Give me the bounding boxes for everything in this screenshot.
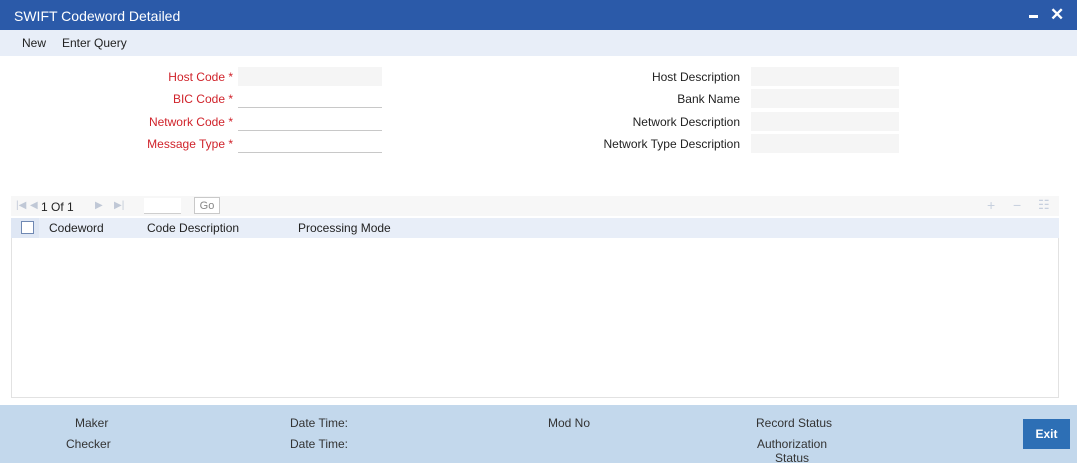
host-code-field[interactable] — [238, 67, 382, 86]
go-button[interactable]: Go — [194, 197, 220, 214]
network-type-description-label: Network Type Description — [603, 137, 741, 151]
column-header-processing-mode[interactable]: Processing Mode — [298, 221, 391, 235]
grid-body — [11, 238, 1059, 398]
bank-name-label: Bank Name — [677, 92, 740, 106]
network-code-label: Network Code * — [148, 115, 233, 129]
previous-page-icon[interactable]: ◀ — [30, 200, 38, 212]
add-row-icon[interactable]: + — [987, 197, 995, 213]
network-description-field — [751, 112, 899, 131]
window-title: SWIFT Codeword Detailed — [14, 8, 181, 24]
first-page-icon[interactable]: |◀ — [16, 200, 26, 212]
title-bar: SWIFT Codeword Detailed ✕ — [0, 0, 1077, 30]
maker-label: Maker — [75, 416, 109, 430]
message-type-label: Message Type * — [147, 137, 233, 151]
record-status-label: Record Status — [756, 416, 833, 430]
network-type-description-field — [751, 134, 899, 153]
list-view-icon[interactable]: ☷ — [1038, 197, 1050, 213]
host-description-label: Host Description — [651, 70, 740, 84]
bic-code-field[interactable] — [238, 89, 382, 108]
audit-footer: Maker Checker Date Time: Date Time: Mod … — [0, 405, 1077, 463]
checker-label: Checker — [66, 437, 111, 451]
select-all-checkbox[interactable] — [21, 221, 34, 234]
authorization-status-label: Authorization Status — [756, 437, 828, 463]
network-description-label: Network Description — [632, 115, 740, 129]
network-code-field[interactable] — [238, 112, 382, 131]
pager-text: 1 Of 1 — [41, 200, 74, 214]
column-header-codeword[interactable]: Codeword — [49, 221, 104, 235]
exit-button[interactable]: Exit — [1023, 419, 1070, 449]
delete-row-icon[interactable]: − — [1013, 197, 1021, 213]
column-header-code-description[interactable]: Code Description — [147, 221, 239, 235]
checker-date-time-label: Date Time: — [290, 437, 349, 451]
host-code-label: Host Code * — [168, 70, 233, 84]
grid-pager-bar: |◀ ◀ 1 Of 1 ▶ ▶| Go + − ☷ — [11, 196, 1059, 216]
host-description-field — [751, 67, 899, 86]
maker-date-time-label: Date Time: — [290, 416, 349, 430]
mod-no-label: Mod No — [548, 416, 591, 430]
new-button[interactable]: New — [22, 36, 46, 50]
page-number-input[interactable] — [144, 198, 181, 214]
grid-header: Codeword Code Description Processing Mod… — [11, 218, 1059, 238]
close-icon[interactable]: ✕ — [1050, 5, 1064, 25]
next-page-icon[interactable]: ▶ — [95, 200, 103, 212]
minimize-icon[interactable] — [1029, 15, 1038, 18]
bank-name-field — [751, 89, 899, 108]
bic-code-label: BIC Code * — [172, 92, 233, 106]
message-type-field[interactable] — [238, 134, 382, 153]
enter-query-button[interactable]: Enter Query — [62, 36, 127, 50]
last-page-icon[interactable]: ▶| — [114, 200, 124, 212]
toolbar: New Enter Query — [0, 30, 1077, 56]
